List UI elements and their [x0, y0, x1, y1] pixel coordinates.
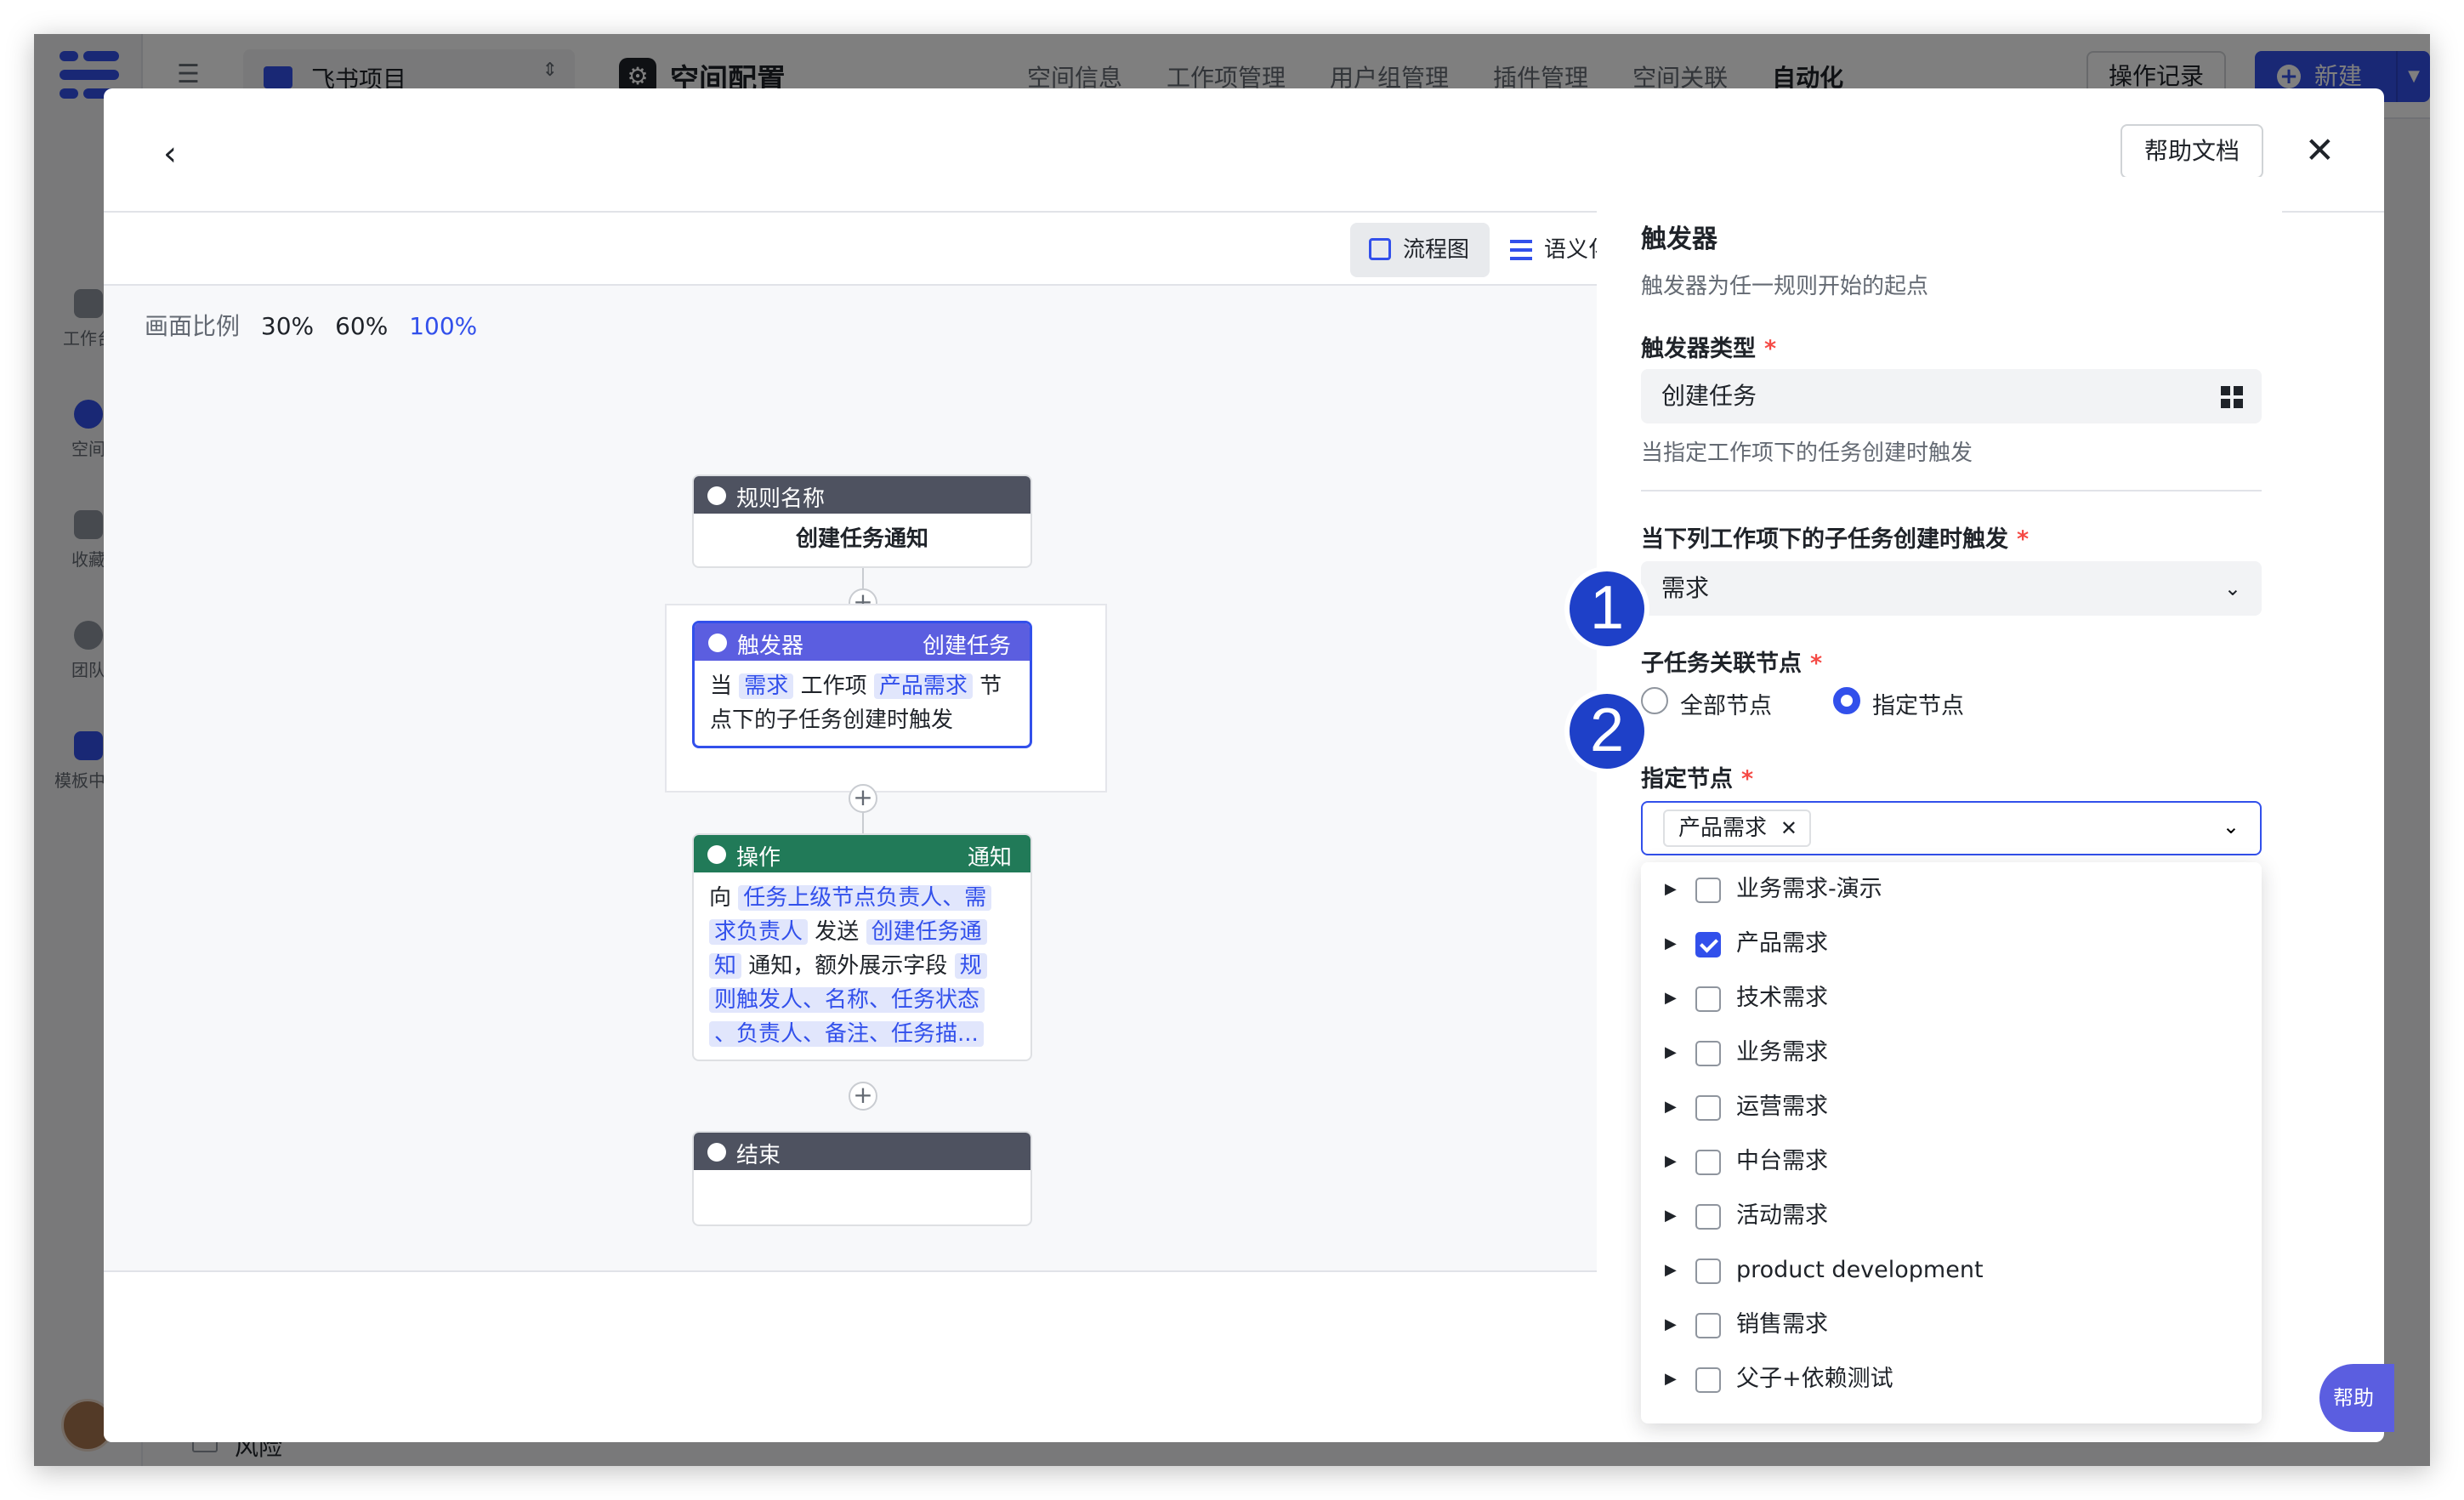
- add-step-button[interactable]: +: [849, 1082, 877, 1111]
- bolt-icon: [708, 634, 727, 652]
- list-item[interactable]: ▶ 技术需求: [1641, 971, 2262, 1026]
- radio-specified-nodes[interactable]: 指定节点: [1833, 687, 1964, 720]
- node-scope-label: 子任务关联节点 *: [1641, 651, 1823, 677]
- send-icon: [707, 845, 726, 864]
- apps-icon: [2221, 386, 2243, 408]
- expand-caret-icon[interactable]: ▶: [1665, 1298, 1677, 1352]
- zoom-100[interactable]: 100%: [409, 312, 477, 340]
- list-item[interactable]: ▶ 运营需求: [1641, 1080, 2262, 1134]
- checkbox[interactable]: [1695, 1041, 1721, 1066]
- chevron-down-icon: ⌄: [2222, 815, 2240, 838]
- expand-caret-icon[interactable]: ▶: [1665, 1134, 1677, 1189]
- chevron-down-icon: ⌄: [2223, 577, 2241, 600]
- zoom-control: 画面比例 30% 60% 100%: [145, 312, 478, 340]
- rule-name: 创建任务通知: [795, 526, 928, 552]
- zoom-60[interactable]: 60%: [335, 312, 388, 340]
- close-icon[interactable]: ✕: [2305, 129, 2335, 171]
- add-step-button[interactable]: +: [849, 784, 877, 813]
- zoom-30[interactable]: 30%: [261, 312, 314, 340]
- list-item[interactable]: ▶ 活动需求: [1641, 1189, 2262, 1243]
- list-item[interactable]: ▶ 业务需求-演示: [1641, 862, 2262, 917]
- list-item[interactable]: ▶ product development: [1641, 1243, 2262, 1298]
- expand-caret-icon[interactable]: ▶: [1665, 1243, 1677, 1298]
- trigger-type-select[interactable]: 创建任务: [1641, 369, 2262, 423]
- checkbox[interactable]: [1695, 1150, 1721, 1175]
- selected-tag: 产品需求 ✕: [1663, 810, 1812, 847]
- checkbox[interactable]: [1695, 1095, 1721, 1121]
- expand-caret-icon[interactable]: ▶: [1665, 917, 1677, 971]
- back-chevron-icon[interactable]: ‹: [163, 134, 177, 173]
- checkbox[interactable]: [1695, 1313, 1721, 1338]
- expand-caret-icon[interactable]: ▶: [1665, 971, 1677, 1026]
- trigger-type-label: 触发器类型 *: [1641, 336, 1777, 362]
- play-icon: [707, 486, 726, 505]
- rule-name-node[interactable]: 规则名称 创建任务通知: [692, 474, 1032, 568]
- trigger-summary: 当 需求 工作项 产品需求 节 点下的子任务创建时触发: [710, 673, 1002, 733]
- end-node[interactable]: 结束: [692, 1131, 1032, 1226]
- checkbox[interactable]: [1695, 1204, 1721, 1230]
- workitem-label: 当下列工作项下的子任务创建时触发 *: [1641, 526, 2030, 553]
- list-item[interactable]: ▶ 销售需求: [1641, 1298, 2262, 1352]
- specified-node-select[interactable]: 产品需求 ✕ ⌄: [1641, 801, 2262, 855]
- expand-caret-icon[interactable]: ▶: [1665, 1080, 1677, 1134]
- checkbox[interactable]: [1695, 1367, 1721, 1393]
- remove-tag-icon[interactable]: ✕: [1780, 811, 1797, 845]
- checkbox[interactable]: [1695, 878, 1721, 903]
- checkbox[interactable]: [1695, 986, 1721, 1012]
- specified-node-label: 指定节点 *: [1641, 766, 1754, 793]
- help-doc-button[interactable]: 帮助文档: [2120, 124, 2263, 179]
- action-node[interactable]: 操作 通知 向 任务上级节点负责人、需 求负责人 发送 创建任务通 知 通知，额外…: [692, 833, 1032, 1061]
- panel-desc: 触发器为任一规则开始的起点: [1641, 274, 1929, 299]
- expand-caret-icon[interactable]: ▶: [1665, 1026, 1677, 1080]
- trigger-type-hint: 当指定工作项下的任务创建时触发: [1641, 440, 1973, 466]
- workitem-select[interactable]: 需求 ⌄: [1641, 561, 2262, 616]
- radio-all-nodes[interactable]: 全部节点: [1641, 687, 1772, 720]
- annotation-badge-1: 1: [1564, 566, 1649, 651]
- divider: [1641, 490, 2262, 491]
- panel-title: 触发器: [1641, 224, 1717, 254]
- modal-footer: [104, 1270, 1639, 1442]
- list-item[interactable]: ▶ 父子+依赖测试: [1641, 1352, 2262, 1406]
- stop-icon: [707, 1143, 726, 1162]
- trigger-node[interactable]: 触发器 创建任务 当 需求 工作项 产品需求 节 点下的子任务创建时触发: [692, 621, 1032, 748]
- help-float-button[interactable]: 帮助: [2319, 1364, 2394, 1432]
- annotation-badge-2: 2: [1564, 689, 1649, 774]
- list-item[interactable]: ▶ 业务需求: [1641, 1026, 2262, 1080]
- checkbox[interactable]: [1695, 1259, 1721, 1284]
- flowchart-icon: [1369, 238, 1391, 260]
- flow-canvas: 流程图 语义化 画面比例 30% 60% 100% 规则名称 创建任务通知 + …: [104, 214, 1639, 1270]
- app-window: 工作台 空间 收藏 团队 模板中心 ☰ 飞书项目 ⇕ ⚙ 空间配置 空间信息 工…: [34, 34, 2430, 1466]
- expand-caret-icon[interactable]: ▶: [1665, 1352, 1677, 1406]
- view-flowchart-button[interactable]: 流程图: [1350, 223, 1490, 277]
- action-summary: 向 任务上级节点负责人、需 求负责人 发送 创建任务通 知 通知，额外展示字段 …: [694, 872, 1030, 1060]
- expand-caret-icon[interactable]: ▶: [1665, 1189, 1677, 1243]
- trigger-config-panel: 触发器 触发器为任一规则开始的起点 触发器类型 * 创建任务 当指定工作项下的任务…: [1597, 177, 2282, 1423]
- node-dropdown: ▶ 业务需求-演示 ▶ 产品需求 ▶ 技术需求 ▶ 业务需求 ▶ 运营需求 ▶ 中台需求 ▶…: [1641, 862, 2262, 1423]
- list-item[interactable]: ▶ 中台需求: [1641, 1134, 2262, 1189]
- checkbox-checked[interactable]: [1695, 932, 1721, 957]
- view-switch: 流程图 语义化: [104, 214, 1639, 286]
- list-icon: [1510, 240, 1532, 260]
- list-item[interactable]: ▶ 产品需求: [1641, 917, 2262, 971]
- expand-caret-icon[interactable]: ▶: [1665, 862, 1677, 917]
